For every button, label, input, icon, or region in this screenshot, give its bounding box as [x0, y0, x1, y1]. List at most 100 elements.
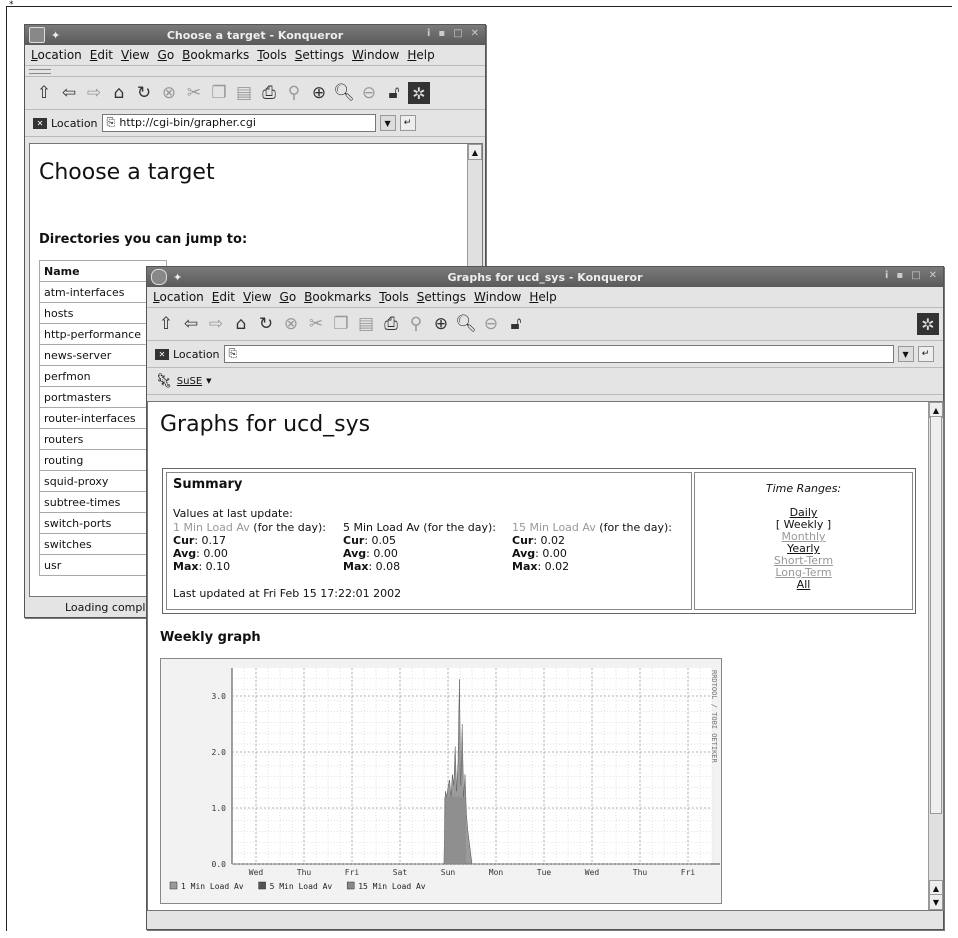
copy-icon[interactable]: ❐	[208, 82, 230, 104]
cut-icon[interactable]: ✂	[183, 82, 205, 104]
legend-label: 5 Min Load Av	[270, 882, 333, 891]
legend-swatch	[258, 881, 266, 890]
x-tick-label: Tue	[537, 868, 552, 877]
series-name-1: 1 Min Load Av	[173, 521, 250, 534]
menu-go[interactable]: Go	[158, 48, 175, 62]
menu-location[interactable]: Location	[31, 48, 82, 62]
security-lock-icon[interactable]: 🔓︎	[383, 82, 405, 104]
menu-view[interactable]: View	[243, 290, 271, 304]
bookmark-toolbar: 🦎︎ SuSE ▼	[147, 368, 943, 395]
zoom-in-icon[interactable]: ⊕	[430, 313, 452, 335]
window-graphs: ✦ Graphs for ucd_sys - Konqueror i ▪ □ ✕ Lo…	[146, 266, 944, 930]
avg-row: Avg: 0.00	[173, 547, 228, 560]
zoom-out-icon[interactable]: ⊖	[358, 82, 380, 104]
close-icon[interactable]: ✕	[471, 28, 479, 39]
zoom-in-icon[interactable]: ⊕	[308, 82, 330, 104]
x-tick-label: Thu	[297, 868, 312, 877]
scroll-down-icon[interactable]: ▼	[929, 894, 943, 910]
cur-value: 0.02	[540, 534, 566, 547]
menu-bookmarks[interactable]: Bookmarks	[304, 290, 371, 304]
paste-icon[interactable]: ▤	[233, 82, 255, 104]
minimize-icon[interactable]: ▪	[896, 270, 903, 281]
home-icon[interactable]: ⌂	[108, 82, 130, 104]
reload-icon[interactable]: ↻	[133, 82, 155, 104]
menu-view[interactable]: View	[121, 48, 149, 62]
cur-label: Cur	[173, 534, 195, 547]
help-icon[interactable]: i	[427, 28, 430, 39]
location-dropdown-icon[interactable]: ▼	[379, 115, 396, 131]
corner-mark: *	[9, 0, 14, 10]
menu-settings[interactable]: Settings	[295, 48, 344, 62]
close-icon[interactable]: ✕	[929, 270, 937, 281]
scroll-thumb[interactable]	[930, 416, 942, 814]
x-tick-label: Mon	[489, 868, 504, 877]
kde-gear-icon[interactable]: ✲	[917, 313, 939, 335]
menu-window[interactable]: Window	[352, 48, 399, 62]
range-all-link[interactable]: All	[695, 579, 912, 591]
max-label: Max	[343, 560, 369, 573]
menu-window[interactable]: Window	[474, 290, 521, 304]
go-icon[interactable]: ↵	[917, 346, 934, 362]
location-input[interactable]: ⎘	[223, 345, 894, 363]
kde-gear-icon[interactable]: ✲	[408, 82, 430, 104]
minimize-icon[interactable]: ▪	[438, 28, 445, 39]
scroll-up-icon[interactable]: ▲	[468, 144, 482, 160]
up-icon[interactable]: ⇧	[155, 313, 177, 335]
security-lock-icon[interactable]: 🔓︎	[505, 313, 527, 335]
menu-location[interactable]: Location	[153, 290, 204, 304]
title-bar[interactable]: ✦ Graphs for ucd_sys - Konqueror i ▪ □ ✕	[147, 267, 943, 287]
title-bar[interactable]: ✦ Choose a target - Konqueror i ▪ □ ✕	[25, 25, 485, 45]
menu-edit[interactable]: Edit	[90, 48, 113, 62]
zoom-icon[interactable]: 🔍︎	[455, 313, 477, 335]
y-tick-label: 2.0	[212, 748, 227, 757]
for-the-day: (for the day):	[249, 521, 326, 534]
load-col-header: 1 Min Load Av (for the day):	[173, 521, 326, 534]
clear-location-icon[interactable]: ✕	[155, 348, 169, 360]
maximize-icon[interactable]: □	[453, 28, 462, 39]
clear-location-icon[interactable]: ✕	[33, 117, 47, 129]
go-icon[interactable]: ↵	[399, 115, 416, 131]
zoom-icon[interactable]: 🔍︎	[333, 82, 355, 104]
menu-go[interactable]: Go	[280, 290, 297, 304]
back-icon[interactable]: ⇦	[180, 313, 202, 335]
vertical-scrollbar[interactable]: ▲ ▲ ▼	[928, 402, 943, 910]
find-icon[interactable]: ⚲	[283, 82, 305, 104]
stop-icon[interactable]: ⊗	[158, 82, 180, 104]
find-icon[interactable]: ⚲	[405, 313, 427, 335]
menu-tools[interactable]: Tools	[257, 48, 287, 62]
location-input[interactable]: ⎘ http://cgi-bin/grapher.cgi	[101, 114, 376, 132]
cut-icon[interactable]: ✂	[305, 313, 327, 335]
menu-tools[interactable]: Tools	[379, 290, 409, 304]
avg-row: Avg: 0.00	[343, 547, 398, 560]
cur-value: 0.17	[201, 534, 227, 547]
summary-title: Summary	[173, 477, 243, 492]
menu-edit[interactable]: Edit	[212, 290, 235, 304]
avg-label: Avg	[343, 547, 367, 560]
menu-bookmarks[interactable]: Bookmarks	[182, 48, 249, 62]
menu-settings[interactable]: Settings	[417, 290, 466, 304]
x-tick-label: Wed	[249, 868, 264, 877]
up-icon[interactable]: ⇧	[33, 82, 55, 104]
zoom-out-icon[interactable]: ⊖	[480, 313, 502, 335]
menu-help[interactable]: Help	[529, 290, 556, 304]
print-icon[interactable]: ⎙	[258, 82, 280, 104]
copy-icon[interactable]: ❐	[330, 313, 352, 335]
forward-icon[interactable]: ⇨	[83, 82, 105, 104]
toolbar-grip[interactable]	[25, 66, 485, 77]
help-icon[interactable]: i	[885, 270, 888, 281]
weekly-load-graph: 0.0 1.0 2.0 3.0 Wed Thu Fri Sat Sun Mon Tue Wed Thu…	[160, 658, 722, 904]
home-icon[interactable]: ⌂	[230, 313, 252, 335]
for-the-day: (for the day):	[595, 521, 672, 534]
maximize-icon[interactable]: □	[911, 270, 920, 281]
stop-icon[interactable]: ⊗	[280, 313, 302, 335]
print-icon[interactable]: ⎙	[380, 313, 402, 335]
location-label: Location	[51, 116, 98, 130]
reload-icon[interactable]: ↻	[255, 313, 277, 335]
max-value: 0.10	[205, 560, 231, 573]
bookmark-suse[interactable]: 🦎︎ SuSE ▼	[155, 373, 212, 389]
back-icon[interactable]: ⇦	[58, 82, 80, 104]
location-dropdown-icon[interactable]: ▼	[897, 346, 914, 362]
forward-icon[interactable]: ⇨	[205, 313, 227, 335]
menu-help[interactable]: Help	[407, 48, 434, 62]
paste-icon[interactable]: ▤	[355, 313, 377, 335]
